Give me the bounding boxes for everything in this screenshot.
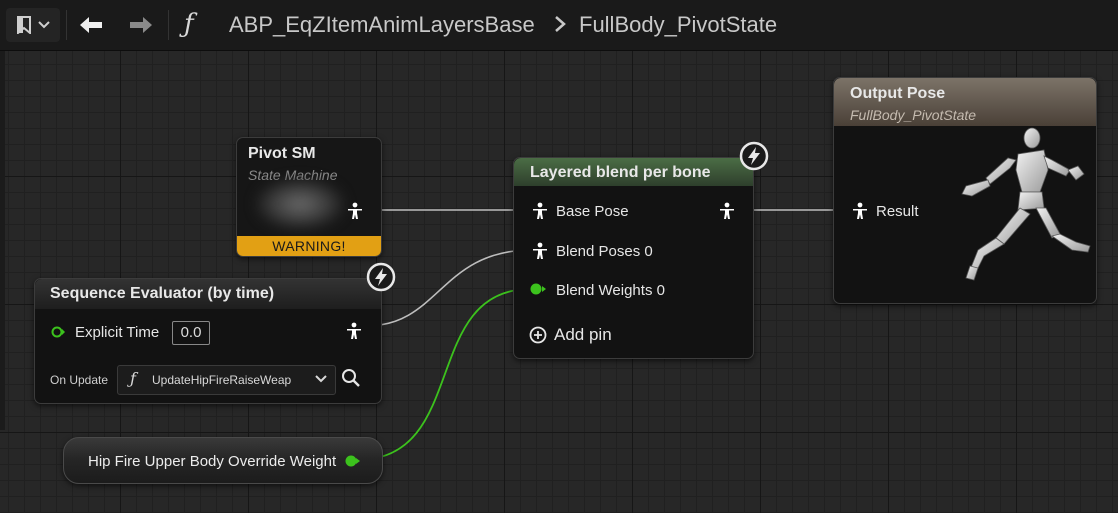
chevron-down-icon (38, 21, 50, 29)
chevron-down-icon (315, 375, 327, 383)
on-update-dropdown[interactable]: ƒ UpdateHipFireRaiseWeap (117, 365, 336, 395)
add-pin-icon[interactable] (529, 326, 547, 344)
blend-weights-label: Blend Weights 0 (556, 282, 665, 299)
node-title: Sequence Evaluator (by time) (50, 285, 275, 302)
fast-path-icon (739, 141, 769, 171)
variable-label: Hip Fire Upper Body Override Weight (88, 453, 337, 470)
node-title: Pivot SM (248, 145, 316, 162)
on-update-label: On Update (50, 373, 109, 387)
pose-output-pin-icon[interactable] (718, 202, 736, 220)
float-output-pin-icon[interactable] (344, 454, 360, 468)
hip-fire-weight-variable-node[interactable]: Hip Fire Upper Body Override Weight (63, 437, 383, 484)
pivot-sm-node[interactable]: Pivot SM State Machine WARNING! (236, 137, 382, 257)
float-input-pin-icon[interactable] (51, 325, 65, 339)
warning-badge: WARNING! (237, 236, 381, 256)
search-icon[interactable] (341, 368, 361, 388)
sequence-evaluator-node[interactable]: Sequence Evaluator (by time) Explicit Ti… (34, 278, 382, 404)
base-pose-label: Base Pose (556, 203, 629, 220)
fast-path-icon (366, 262, 396, 292)
function-icon: ƒ (184, 9, 194, 39)
float-input-pin-icon[interactable] (529, 282, 547, 296)
toolbar-divider (168, 10, 169, 40)
arrow-right-icon (130, 17, 152, 33)
explicit-time-label: Explicit Time (75, 324, 160, 341)
output-pose-node[interactable]: Output Pose FullBody_PivotState Result (833, 77, 1097, 304)
breadcrumb-function[interactable]: FullBody_PivotState (579, 12, 777, 38)
explicit-time-input[interactable]: 0.0 (172, 321, 210, 345)
node-title: Layered blend per bone (530, 164, 711, 181)
blend-poses-label: Blend Poses 0 (556, 243, 653, 260)
back-button[interactable] (70, 8, 112, 42)
pose-input-pin-icon[interactable] (531, 242, 549, 260)
top-bar: ƒ ABP_EqZItemAnimLayersBase FullBody_Piv… (0, 0, 1118, 51)
bookmark-icon (17, 16, 31, 34)
forward-button[interactable] (120, 8, 162, 42)
pose-output-pin-icon[interactable] (345, 322, 363, 340)
arrow-left-icon (80, 17, 102, 33)
running-mannequin-icon (961, 127, 1091, 281)
pose-input-pin-icon[interactable] (531, 202, 549, 220)
bookmark-button[interactable] (6, 8, 60, 42)
breadcrumb-graph[interactable]: ABP_EqZItemAnimLayersBase (229, 12, 535, 38)
function-icon: ƒ (130, 369, 136, 388)
pose-input-pin-icon[interactable] (851, 202, 869, 220)
chevron-right-icon (555, 16, 566, 32)
state-machine-preview (255, 178, 345, 230)
toolbar-divider (66, 10, 67, 40)
layered-blend-node[interactable]: Layered blend per bone Base Pose Blend P… (513, 157, 754, 359)
graph-left-edge (0, 50, 5, 430)
result-label: Result (876, 203, 919, 220)
node-subtitle: FullBody_PivotState (850, 107, 977, 123)
pose-output-pin-icon[interactable] (346, 202, 364, 220)
node-title: Output Pose (850, 85, 946, 102)
on-update-value: UpdateHipFireRaiseWeap (152, 373, 292, 387)
add-pin-button[interactable]: Add pin (554, 325, 612, 345)
